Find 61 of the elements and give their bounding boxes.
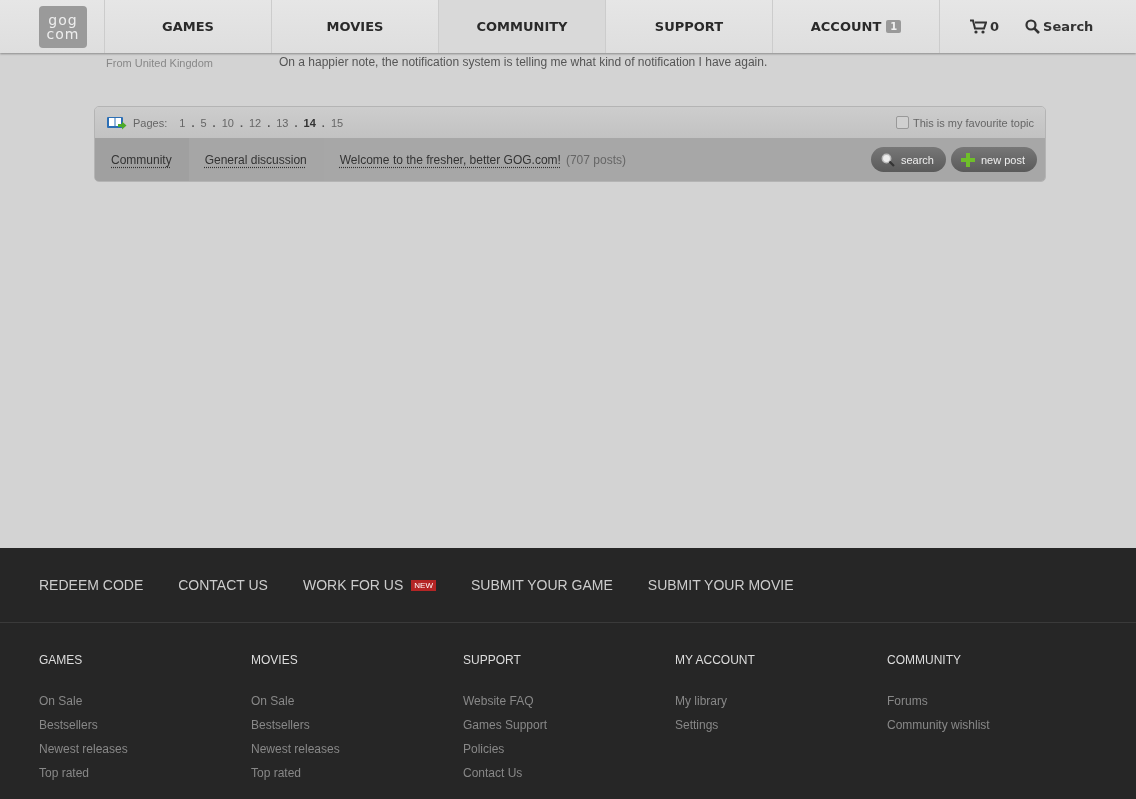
page-separator: . [321,116,325,129]
footer-link[interactable]: Newest releases [251,737,463,761]
page-link[interactable]: 12 [248,116,262,129]
footer-link[interactable]: On Sale [251,689,463,713]
footer-link[interactable]: My library [675,689,887,713]
footer-heading: MY ACCOUNT [675,653,756,667]
pages-label: Pages: [133,116,168,129]
search-button[interactable]: Search [1025,19,1094,34]
search-button[interactable]: search [870,147,946,172]
author-location: From United Kingdom [106,57,214,70]
footer-link[interactable]: Top rated [39,761,251,785]
book-icon [107,114,127,131]
footer-link[interactable]: On Sale [39,689,251,713]
page-link[interactable]: 5 [200,116,207,129]
page-link[interactable]: 1 [179,116,186,129]
page-link[interactable]: 13 [276,116,289,129]
footer-link[interactable]: Community wishlist [887,713,1099,737]
post-text: On a happier note, the notification system is telling me what kind of notification I have again. [279,55,768,69]
page-link[interactable]: 10 [221,116,234,129]
footer-link[interactable]: Bestsellers [251,713,463,737]
logo[interactable]: gog com [39,5,87,48]
page-separator: . [191,116,195,129]
page-link[interactable]: 14 [303,116,316,129]
footer-link[interactable]: WORK FOR US NEW [302,577,436,593]
favourite-checkbox[interactable] [895,116,909,129]
footer-link[interactable]: Contact Us [463,761,675,785]
breadcrumb-link[interactable]: Welcome to the fresher, better GOG.com! [323,138,566,181]
footer-link[interactable]: Top rated [251,761,463,785]
favourite-label: This is my favourite topic [912,116,1034,129]
post-count: (707 posts) [565,152,626,167]
nav-tab[interactable]: COMMUNITY [439,0,606,53]
footer-link[interactable]: Website FAQ [463,689,675,713]
footer-link[interactable]: Newest releases [39,737,251,761]
footer-link[interactable]: REDEEM CODE [39,577,144,593]
new-post-button[interactable]: new post [950,147,1037,172]
footer-link[interactable]: CONTACT US [178,577,268,593]
footer-link[interactable]: Forums [887,689,1099,713]
page-separator: . [294,116,298,129]
footer-heading: COMMUNITY [887,653,962,667]
page-separator: . [267,116,271,129]
page-separator: . [212,116,216,129]
cart-button[interactable]: 0 [970,19,1000,34]
search-icon [880,152,895,167]
footer-heading: MOVIES [251,653,299,667]
nav-tab[interactable]: ACCOUNT 1 [773,0,940,53]
footer-link[interactable]: Policies [463,737,675,761]
footer-link[interactable]: Bestsellers [39,713,251,737]
footer-heading: GAMES [39,653,84,667]
page-separator: . [239,116,243,129]
footer-link[interactable]: Settings [675,713,887,737]
nav-tab[interactable]: SUPPORT [606,0,773,53]
search-icon [1025,19,1041,34]
plus-icon [960,152,975,167]
nav-tab[interactable]: GAMES [105,0,272,53]
footer-link[interactable]: Games Support [463,713,675,737]
footer-link[interactable]: SUBMIT YOUR MOVIE [647,577,794,593]
footer-heading: SUPPORT [463,653,522,667]
footer-link[interactable]: SUBMIT YOUR GAME [470,577,613,593]
page-link[interactable]: 15 [330,116,344,129]
breadcrumb-link[interactable]: Community [95,138,189,181]
cart-icon [970,19,987,34]
